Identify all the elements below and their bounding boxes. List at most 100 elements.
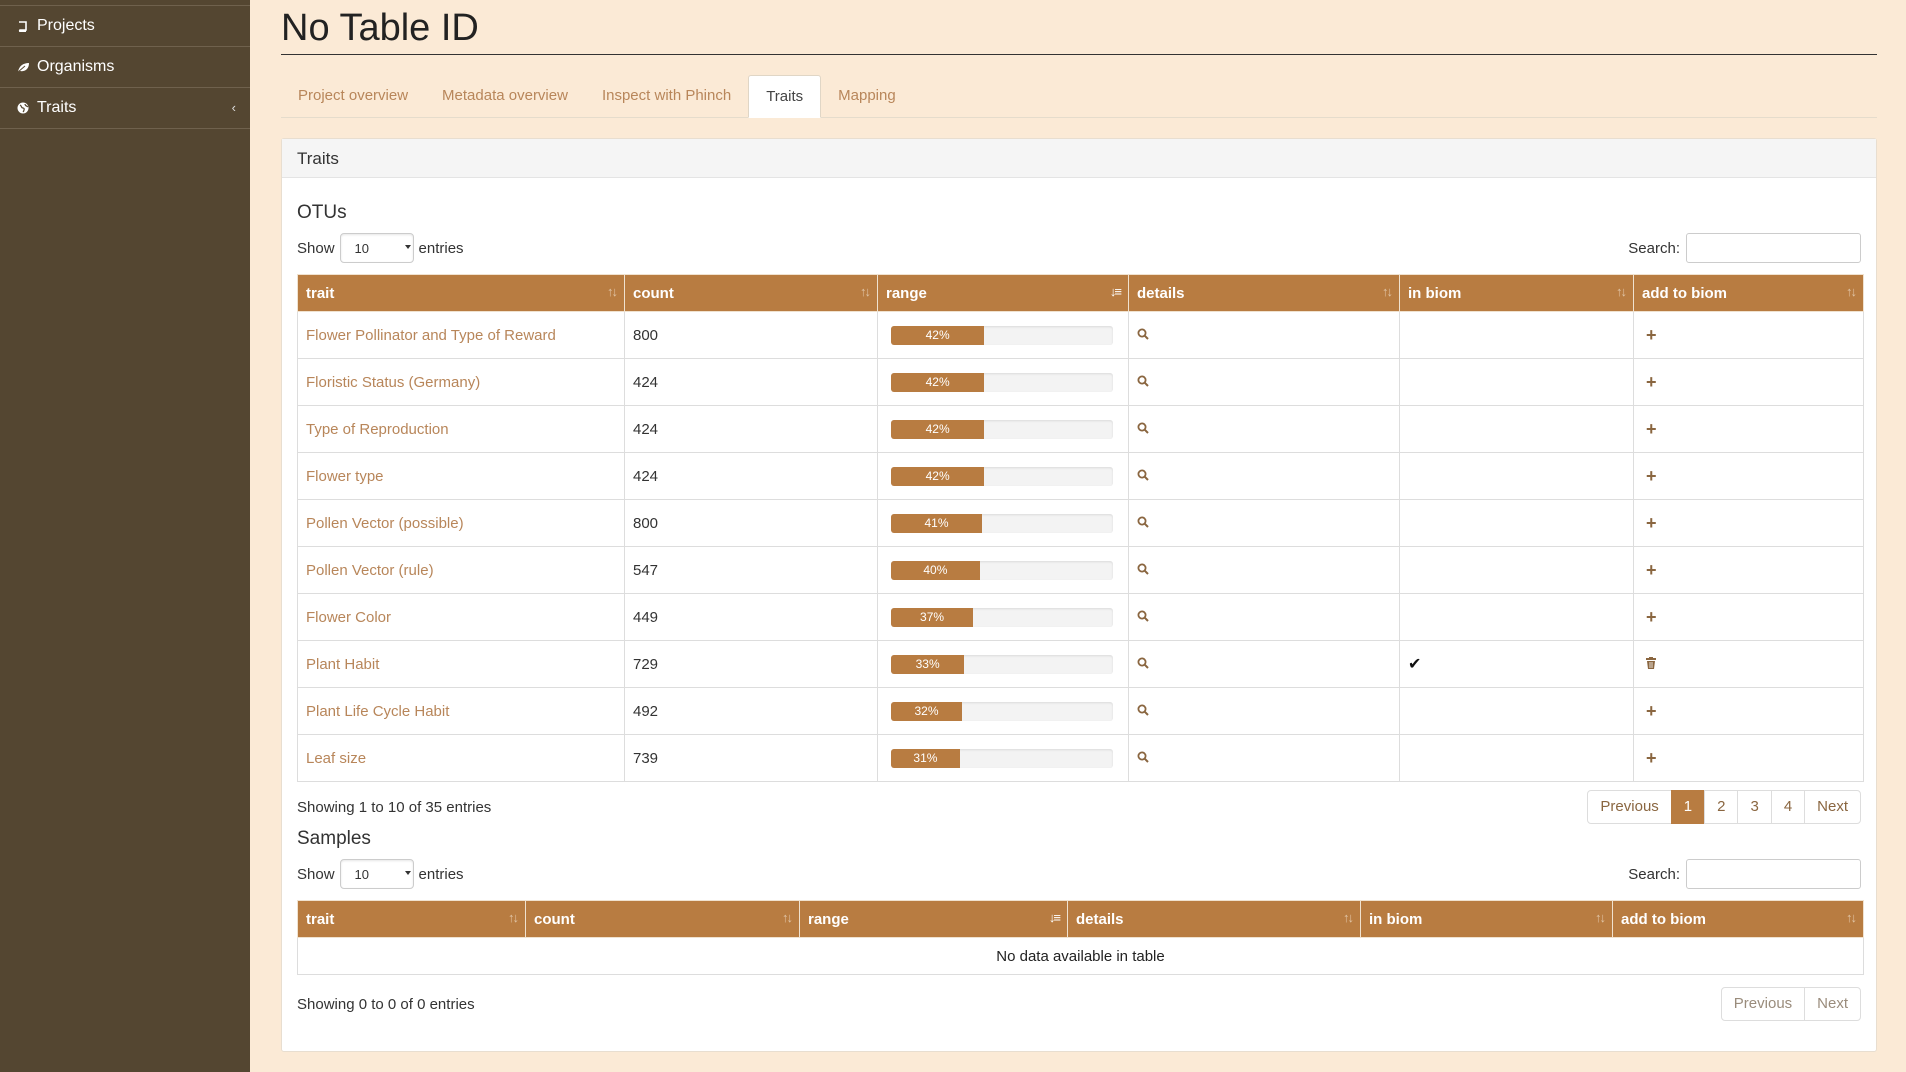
next-button[interactable]: Next	[1804, 790, 1861, 824]
details-cell	[1128, 546, 1400, 594]
search-input[interactable]	[1686, 859, 1861, 889]
column-header-trait[interactable]: trait ↑↓	[297, 900, 526, 938]
column-header-count[interactable]: count ↑↓	[624, 274, 878, 312]
column-label: details	[1137, 284, 1185, 302]
range-progress-fill: 40%	[891, 560, 980, 580]
plus-icon[interactable]: +	[1646, 748, 1657, 769]
otus-table-body: Flower Pollinator and Type of Reward 800 4…	[297, 311, 1864, 782]
trait-link[interactable]: Flower Pollinator and Type of Reward	[306, 327, 556, 344]
sort-icon: ↑↓	[1343, 910, 1354, 925]
page-2-button[interactable]: 2	[1704, 790, 1739, 824]
page-size-select[interactable]: 10	[339, 233, 414, 263]
add-to-biom-cell: +	[1633, 687, 1864, 735]
details-cell	[1128, 499, 1400, 547]
search-icon[interactable]	[1137, 327, 1149, 344]
trait-link[interactable]: Leaf size	[306, 750, 366, 767]
column-header-details[interactable]: details ↑↓	[1067, 900, 1361, 938]
in-biom-cell	[1399, 311, 1634, 359]
column-header-in-biom[interactable]: in biom ↑↓	[1399, 274, 1634, 312]
page-size-select[interactable]: 10	[339, 859, 414, 889]
search-icon[interactable]	[1137, 609, 1149, 626]
tab-mapping[interactable]: Mapping	[821, 75, 913, 117]
in-biom-cell	[1399, 734, 1634, 782]
previous-button[interactable]: Previous	[1720, 987, 1806, 1021]
plus-icon[interactable]: +	[1646, 607, 1657, 628]
range-cell: 37%	[877, 593, 1129, 641]
range-progress-fill: 33%	[891, 654, 965, 674]
page-1-button[interactable]: 1	[1670, 790, 1706, 824]
page-4-button[interactable]: 4	[1770, 790, 1806, 824]
caret-down-icon	[404, 871, 411, 875]
sidebar-item-projects[interactable]: Projects	[0, 6, 250, 47]
tab-project-overview[interactable]: Project overview	[281, 75, 425, 117]
sidebar-item-organisms[interactable]: Organisms	[0, 47, 250, 88]
search-icon[interactable]	[1137, 421, 1149, 438]
column-header-add-to-biom[interactable]: add to biom ↑↓	[1633, 274, 1864, 312]
range-progress-bar: 40%	[891, 560, 1113, 580]
search-icon[interactable]	[1137, 562, 1149, 579]
trait-link[interactable]: Flower Color	[306, 609, 391, 626]
search-icon[interactable]	[1137, 750, 1149, 767]
details-cell	[1128, 311, 1400, 359]
details-cell	[1128, 358, 1400, 406]
table-row: Type of Reproduction 424 42% +	[297, 405, 1864, 453]
range-cell: 42%	[877, 311, 1129, 359]
add-to-biom-cell: +	[1633, 452, 1864, 500]
column-header-count[interactable]: count ↑↓	[525, 900, 800, 938]
search-icon[interactable]	[1137, 515, 1149, 532]
tab-metadata-overview[interactable]: Metadata overview	[425, 75, 585, 117]
column-header-trait[interactable]: trait ↑↓	[297, 274, 625, 312]
plus-icon[interactable]: +	[1646, 513, 1657, 534]
trait-link[interactable]: Floristic Status (Germany)	[306, 374, 480, 391]
column-header-in-biom[interactable]: in biom ↑↓	[1360, 900, 1613, 938]
range-cell: 31%	[877, 734, 1129, 782]
trait-link[interactable]: Flower type	[306, 468, 384, 485]
plus-icon[interactable]: +	[1646, 325, 1657, 346]
plus-icon[interactable]: +	[1646, 701, 1657, 722]
next-button[interactable]: Next	[1804, 987, 1861, 1021]
sidebar-item-traits[interactable]: Traits ‹	[0, 88, 250, 129]
add-to-biom-cell: +	[1633, 593, 1864, 641]
range-progress-bar: 42%	[891, 325, 1113, 345]
trait-link[interactable]: Pollen Vector (rule)	[306, 562, 434, 579]
trait-link[interactable]: Plant Habit	[306, 656, 379, 673]
previous-button[interactable]: Previous	[1587, 790, 1672, 824]
page-3-button[interactable]: 3	[1737, 790, 1772, 824]
search-input[interactable]	[1686, 233, 1861, 263]
search-icon[interactable]	[1137, 656, 1149, 673]
range-progress-fill: 31%	[891, 748, 960, 768]
empty-message: No data available in table	[297, 937, 1864, 975]
plus-icon[interactable]: +	[1646, 466, 1657, 487]
search-icon[interactable]	[1137, 468, 1149, 485]
trait-link[interactable]: Type of Reproduction	[306, 421, 449, 438]
count-cell: 800	[624, 311, 878, 359]
samples-length-control: Show 10 entries	[297, 859, 464, 889]
panel-body: OTUs Show 10 entries Search: trait ↑↓ co…	[282, 202, 1876, 1021]
trait-link[interactable]: Plant Life Cycle Habit	[306, 703, 449, 720]
otus-search: Search:	[1628, 233, 1861, 263]
plus-icon[interactable]: +	[1646, 372, 1657, 393]
table-row: Flower Color 449 37% +	[297, 593, 1864, 641]
column-header-add-to-biom[interactable]: add to biom ↑↓	[1612, 900, 1864, 938]
plus-icon[interactable]: +	[1646, 419, 1657, 440]
table-row: Pollen Vector (rule) 547 40% +	[297, 546, 1864, 594]
chevron-left-icon[interactable]: ‹	[232, 100, 236, 115]
plus-icon[interactable]: +	[1646, 560, 1657, 581]
search-icon[interactable]	[1137, 374, 1149, 391]
table-info: Showing 1 to 10 of 35 entries	[297, 798, 492, 816]
trash-icon[interactable]	[1646, 656, 1656, 673]
in-biom-cell	[1399, 499, 1634, 547]
column-header-range[interactable]: range ↓≡	[877, 274, 1129, 312]
table-row: Flower Pollinator and Type of Reward 800 4…	[297, 311, 1864, 359]
tab-traits[interactable]: Traits	[748, 75, 822, 118]
column-header-range[interactable]: range ↓≡	[799, 900, 1068, 938]
search-icon[interactable]	[1137, 703, 1149, 720]
sidebar-item-label: Projects	[37, 17, 95, 34]
column-header-details[interactable]: details ↑↓	[1128, 274, 1400, 312]
trait-link[interactable]: Pollen Vector (possible)	[306, 515, 464, 532]
add-to-biom-cell: +	[1633, 311, 1864, 359]
range-progress-fill: 32%	[891, 701, 963, 721]
tab-inspect-with-phinch[interactable]: Inspect with Phinch	[585, 75, 748, 117]
sort-icon: ↑↓	[1382, 284, 1393, 299]
otus-table: trait ↑↓ count ↑↓ range ↓≡ details ↑↓ in bio…	[297, 274, 1864, 782]
